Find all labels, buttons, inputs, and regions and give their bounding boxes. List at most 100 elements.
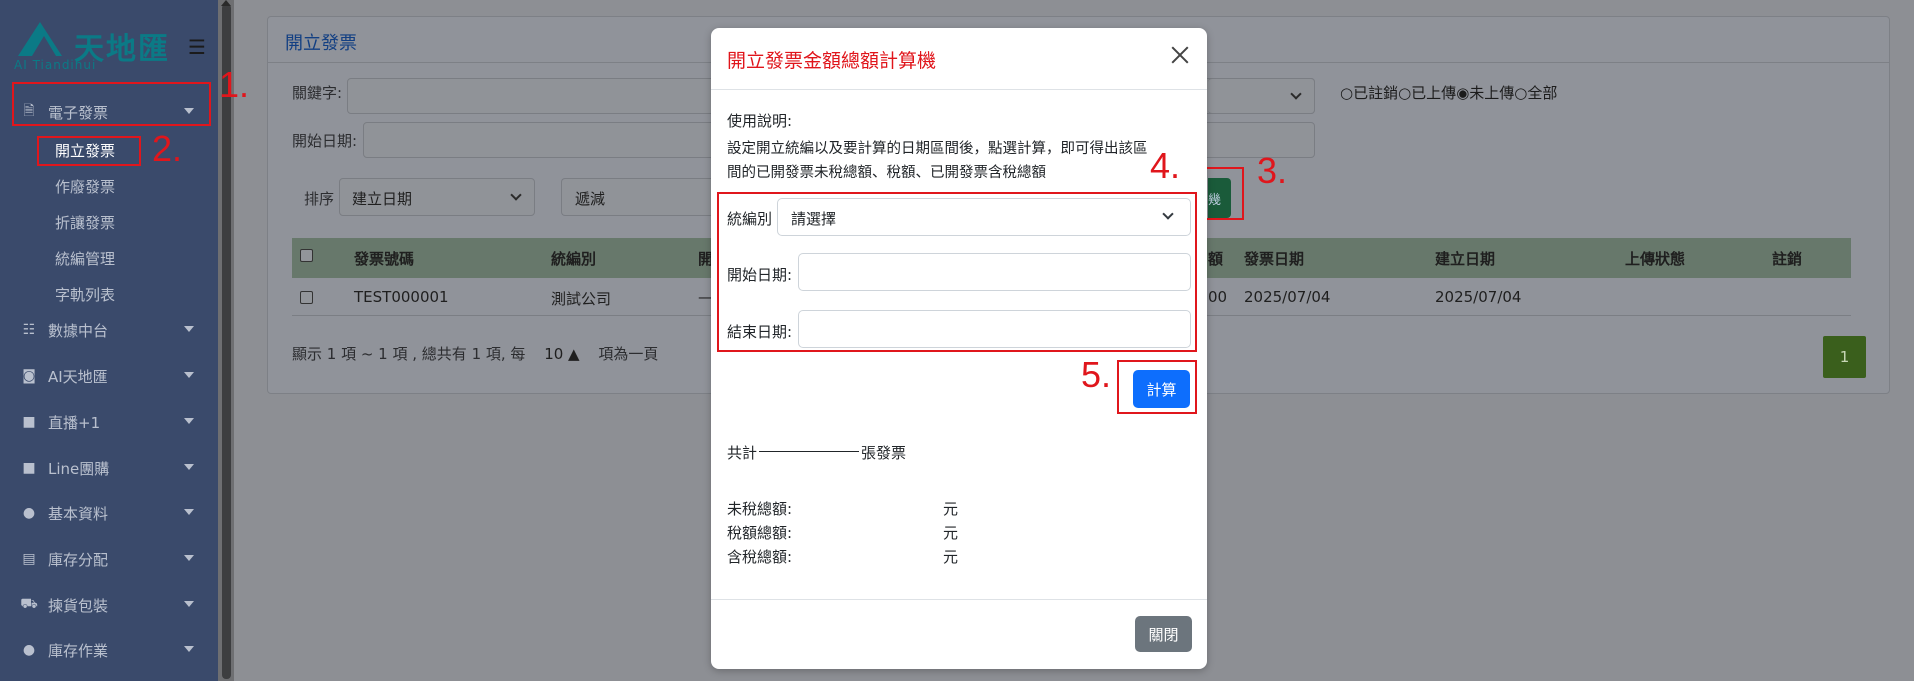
invoice-count-value <box>759 451 860 452</box>
sidebar-subitem-tax-id-management[interactable]: 統編管理 <box>55 248 115 269</box>
radio-voided[interactable]: ○已註銷 <box>1340 84 1398 102</box>
sidebar-item-label: 庫存作業 <box>48 641 109 660</box>
invoice-count-summary: 共計 張發票 <box>727 442 906 463</box>
radio-uploaded[interactable]: ○已上傳 <box>1398 84 1456 102</box>
cell-company: 測試公司 <box>551 290 612 308</box>
order-select-value: 遞減 <box>575 190 606 208</box>
pagination-info-prefix: 顯示 1 項 ~ 1 項 , 總共有 1 項, 每 <box>292 345 526 363</box>
caret-down-icon <box>184 326 194 332</box>
sidebar-item-label: Line團購 <box>48 459 110 478</box>
pagination-info: 顯示 1 項 ~ 1 項 , 總共有 1 項, 每 10 ▲ 項為一頁 <box>292 343 658 364</box>
sidebar-item-ai[interactable]: ◙ AI天地匯 <box>20 361 200 391</box>
sidebar-item-inventory-ops[interactable]: ● 庫存作業 <box>20 635 200 665</box>
cell-amount: 00 <box>1208 288 1228 306</box>
close-icon[interactable] <box>1167 42 1193 68</box>
sidebar-item-basic-info[interactable]: ● 基本資料 <box>20 498 200 528</box>
annotation-box-5 <box>1117 360 1197 414</box>
sidebar-item-label: AI天地匯 <box>48 367 108 386</box>
sort-select[interactable]: 建立日期 <box>339 178 535 216</box>
with-tax-total-label: 含稅總額: <box>727 548 793 566</box>
keyword-label: 關鍵字: <box>292 84 343 102</box>
caret-down-icon <box>184 418 194 424</box>
radio-not-uploaded[interactable]: ◉未上傳 <box>1456 84 1514 102</box>
upload-status-radio-group[interactable]: ○已註銷○已上傳◉未上傳○全部 <box>1340 82 1557 103</box>
page-size-select[interactable]: 10 ▲ <box>544 345 579 363</box>
list-icon: ☷ <box>22 322 36 338</box>
col-header-amount[interactable]: 額 <box>1208 248 1223 269</box>
cell-created-date: 2025/07/04 <box>1435 288 1522 306</box>
logo-subtext: AI Tiandihui <box>14 58 97 72</box>
caret-down-icon <box>184 372 194 378</box>
annotation-number-1: 1. <box>219 64 250 105</box>
pagination-info-suffix: 項為一頁 <box>598 345 659 363</box>
sort-select-value: 建立日期 <box>352 190 413 208</box>
caret-down-icon <box>184 464 194 470</box>
radio-all[interactable]: ○全部 <box>1514 84 1557 102</box>
sidebar-item-live[interactable]: ■ 直播+1 <box>20 407 200 437</box>
modal-title: 開立發票金額總額計算機 <box>727 50 937 72</box>
sidebar-subitem-void-invoice[interactable]: 作廢發票 <box>55 176 115 197</box>
annotation-box-1 <box>12 82 211 126</box>
row-checkbox[interactable] <box>300 291 313 304</box>
caret-down-icon <box>184 555 194 561</box>
sidebar-item-label: 基本資料 <box>48 504 109 523</box>
annotation-number-3: 3. <box>1257 150 1288 191</box>
annotation-number-4: 4. <box>1150 145 1181 186</box>
logo-mark-icon <box>18 22 62 56</box>
with-tax-total-currency: 元 <box>943 548 959 566</box>
caret-down-icon <box>184 509 194 515</box>
close-button[interactable]: 關閉 <box>1135 616 1192 652</box>
sidebar-item-picking-packing[interactable]: ⛟ 揀貨包裝 <box>20 590 200 620</box>
sidebar-subitem-track-list[interactable]: 字軌列表 <box>55 284 115 305</box>
cell-invoice-no[interactable]: TEST000001 <box>354 288 449 306</box>
sidebar-item-label: 揀貨包裝 <box>48 596 109 615</box>
page-title: 開立發票 <box>285 33 357 54</box>
cart-icon: ⛟ <box>20 596 38 612</box>
sidebar-item-label: 直播+1 <box>48 413 101 432</box>
cell-invoice-date: 2025/07/04 <box>1244 288 1331 306</box>
status-select[interactable] <box>1208 78 1315 114</box>
instructions-title: 使用說明: <box>727 112 793 130</box>
sidebar-item-label: 庫存分配 <box>48 550 109 569</box>
col-header-void[interactable]: 註銷 <box>1772 248 1802 269</box>
sidebar-item-line-group[interactable]: ■ Line團購 <box>20 453 200 483</box>
chevron-down-icon <box>1290 88 1302 100</box>
camera-icon: ◙ <box>22 368 36 384</box>
scroll-up-arrow-icon[interactable] <box>221 0 231 6</box>
tax-total-label: 稅額總額: <box>727 524 793 542</box>
hamburger-icon[interactable]: ☰ <box>188 35 206 59</box>
logo[interactable]: 天地匯 AI Tiandihui <box>14 14 184 72</box>
chevron-down-icon <box>510 189 522 201</box>
annotation-box-3 <box>1206 167 1244 220</box>
pretax-total-currency: 元 <box>943 500 959 518</box>
col-header-invoice-no[interactable]: 發票號碼 <box>354 248 414 269</box>
order-select[interactable]: 遞減 <box>561 178 711 216</box>
instructions-line-1: 設定開立統編以及要計算的日期區間後，點選計算，即可得出該區 <box>727 141 1148 157</box>
col-header-company[interactable]: 統編別 <box>551 248 596 269</box>
col-header-created-date[interactable]: 建立日期 <box>1435 248 1495 269</box>
user-icon: ● <box>22 505 36 521</box>
caret-down-icon <box>184 601 194 607</box>
invoice-count-prefix: 共計 <box>727 444 758 462</box>
select-all-checkbox[interactable] <box>300 249 313 262</box>
video-icon: ■ <box>22 414 36 430</box>
caret-down-icon <box>184 646 194 652</box>
sidebar-subitem-allowance-invoice[interactable]: 折讓發票 <box>55 212 115 233</box>
instructions-line-2: 間的已開發票未稅總額、稅額、已開發票含稅總額 <box>727 165 1046 181</box>
tax-total-currency: 元 <box>943 524 959 542</box>
annotation-box-2 <box>37 136 141 166</box>
col-header-invoice-date[interactable]: 發票日期 <box>1244 248 1304 269</box>
annotation-box-4 <box>717 192 1197 352</box>
invoice-count-suffix: 張發票 <box>861 444 907 462</box>
annotation-number-5: 5. <box>1081 354 1112 395</box>
modal-footer-divider <box>711 599 1207 600</box>
sidebar-item-label: 數據中台 <box>48 321 109 340</box>
col-header-upload-status[interactable]: 上傳狀態 <box>1625 248 1685 269</box>
sidebar-item-data-center[interactable]: ☷ 數據中台 <box>20 315 200 345</box>
annotation-number-2: 2. <box>152 128 183 169</box>
pagination-page-1[interactable]: 1 <box>1823 336 1866 378</box>
sidebar-item-inventory-allocation[interactable]: ▤ 庫存分配 <box>20 544 200 574</box>
sort-label: 排序 <box>304 190 335 208</box>
modal-header: 開立發票金額總額計算機 <box>711 28 1207 90</box>
video-icon: ■ <box>22 460 36 476</box>
